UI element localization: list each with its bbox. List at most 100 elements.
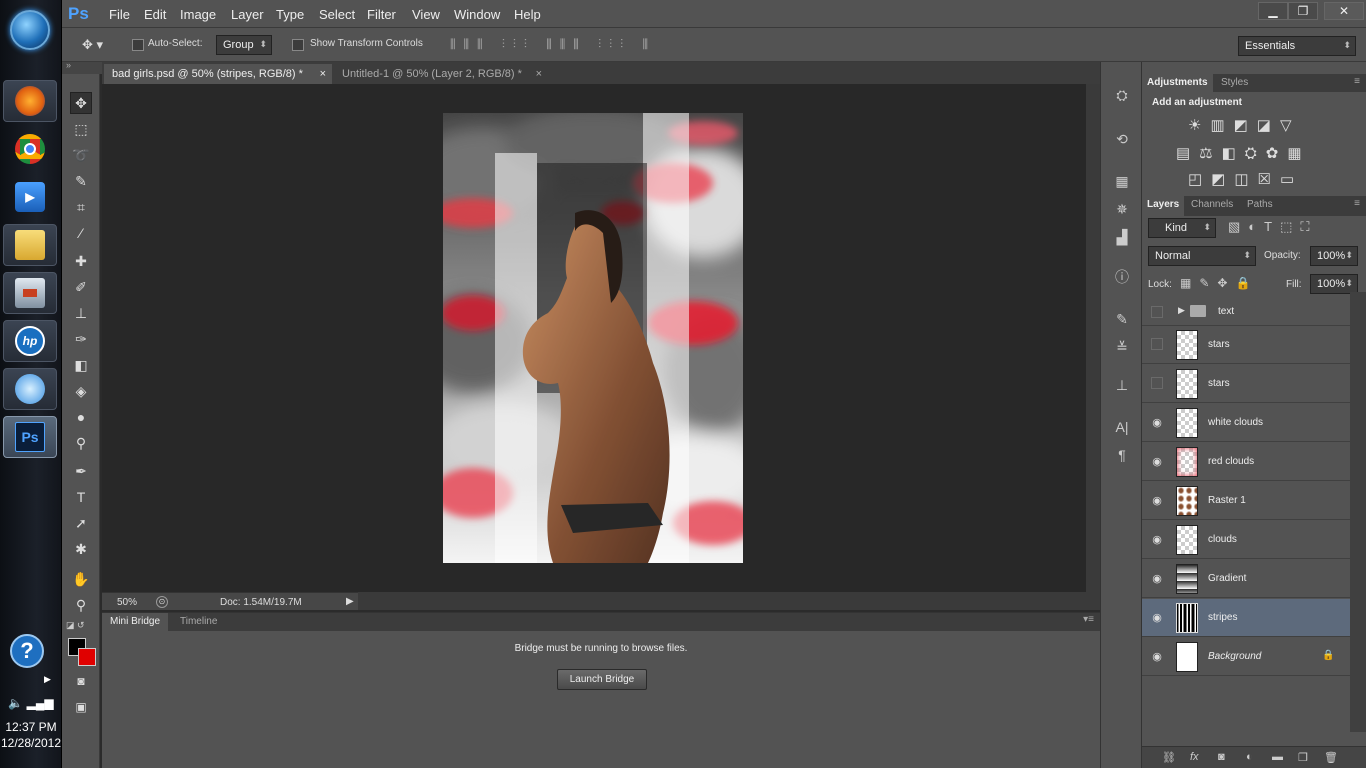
new-group-icon[interactable]: ▬: [1272, 751, 1286, 765]
background-color-swatch[interactable]: [78, 648, 96, 666]
eye-icon[interactable]: ◉: [1150, 533, 1164, 547]
restore-button[interactable]: ❐: [1288, 2, 1318, 20]
tab-layers[interactable]: Layers: [1142, 196, 1185, 216]
info-panel-icon[interactable]: ⓘ: [1113, 268, 1131, 286]
screen-mode-icon[interactable]: ▣: [70, 696, 92, 718]
tab-channels[interactable]: Channels: [1186, 196, 1238, 214]
adjustment-icons-row-3[interactable]: ◰◩◫☒▭: [1188, 170, 1303, 188]
eye-icon[interactable]: ◉: [1150, 455, 1164, 469]
menu-help[interactable]: Help: [514, 7, 541, 22]
taskbar-firefox[interactable]: [3, 80, 57, 122]
quick-mask-icon[interactable]: ◙: [70, 670, 92, 692]
panel-menu-icon[interactable]: ▾≡: [1083, 614, 1094, 625]
layer-row-stars-2[interactable]: stars: [1142, 365, 1350, 403]
lock-icons[interactable]: ▦✎✥🔒: [1180, 276, 1258, 290]
menu-edit[interactable]: Edit: [144, 7, 166, 22]
horizontal-scrollbar[interactable]: [358, 592, 1100, 610]
menu-view[interactable]: View: [412, 7, 440, 22]
clone-source-icon[interactable]: ⊥: [1113, 376, 1131, 394]
hand-tool-icon[interactable]: ✋: [70, 568, 92, 590]
paragraph-panel-icon[interactable]: ¶: [1113, 446, 1131, 464]
vertical-scrollbar[interactable]: [1086, 84, 1100, 592]
taskbar-chrome[interactable]: [3, 128, 57, 170]
actions-panel-icon[interactable]: ⟲: [1113, 130, 1131, 148]
healing-brush-tool-icon[interactable]: ✚: [70, 250, 92, 272]
visibility-toggle[interactable]: [1151, 306, 1163, 318]
taskbar-photoshop[interactable]: Ps: [3, 416, 57, 458]
pen-tool-icon[interactable]: ✒: [70, 460, 92, 482]
eye-icon[interactable]: ◉: [1150, 650, 1164, 664]
layer-row-clouds[interactable]: ◉ clouds: [1142, 521, 1350, 559]
visibility-toggle[interactable]: [1151, 377, 1163, 389]
launch-bridge-button[interactable]: Launch Bridge: [557, 669, 647, 690]
taskbar-hp[interactable]: hp: [3, 320, 57, 362]
paint-bucket-tool-icon[interactable]: ◈: [70, 380, 92, 402]
document-image[interactable]: [443, 113, 743, 563]
eye-icon[interactable]: ◉: [1150, 416, 1164, 430]
quick-selection-tool-icon[interactable]: ✎: [70, 170, 92, 192]
layer-row-red-clouds[interactable]: ◉ red clouds: [1142, 443, 1350, 481]
tab-bad-girls[interactable]: bad girls.psd @ 50% (stripes, RGB/8) * ×: [104, 64, 332, 84]
zoom-level[interactable]: 50%: [117, 597, 137, 608]
shape-tool-icon[interactable]: ✱: [70, 538, 92, 560]
opacity-input[interactable]: 100%: [1310, 246, 1358, 266]
layer-row-background[interactable]: ◉ Background 🔒: [1142, 638, 1350, 676]
path-selection-tool-icon[interactable]: ➚: [70, 512, 92, 534]
layer-row-text-group[interactable]: ▶ text: [1142, 298, 1350, 326]
history-panel-icon[interactable]: ⛭: [1113, 86, 1131, 104]
layer-filter-icons[interactable]: ▧◐T⬚⛶: [1228, 219, 1317, 235]
auto-select-dropdown[interactable]: Group: [216, 35, 272, 55]
menu-image[interactable]: Image: [180, 7, 216, 22]
layer-row-gradient[interactable]: ◉ Gradient: [1142, 560, 1350, 598]
marquee-tool-icon[interactable]: ⬚: [70, 118, 92, 140]
blur-tool-icon[interactable]: ●: [70, 406, 92, 428]
volume-network-icon[interactable]: 🔈 ▂▄▆: [0, 696, 62, 710]
layer-row-stripes[interactable]: ◉ stripes: [1142, 599, 1350, 637]
adjustment-layer-icon[interactable]: ◐: [1246, 751, 1260, 765]
dodge-tool-icon[interactable]: ⚲: [70, 432, 92, 454]
eyedropper-tool-icon[interactable]: ⁄: [70, 222, 92, 244]
fill-input[interactable]: 100%: [1310, 274, 1358, 294]
status-info-icon[interactable]: ⊙: [156, 596, 168, 608]
swatches-panel-icon[interactable]: ▦: [1113, 172, 1131, 190]
panel-menu-icon[interactable]: ≡: [1354, 76, 1360, 87]
adjustment-icons-row-2[interactable]: ▤⚖◧⛭✿▦: [1176, 144, 1311, 162]
layer-row-stars[interactable]: stars: [1142, 326, 1350, 364]
workspace-dropdown[interactable]: Essentials: [1238, 36, 1356, 56]
menu-type[interactable]: Type: [276, 7, 304, 22]
menu-layer[interactable]: Layer: [231, 7, 264, 22]
menu-select[interactable]: Select: [319, 7, 355, 22]
panel-menu-icon[interactable]: ≡: [1354, 198, 1360, 209]
expand-arrow-icon[interactable]: ▶: [1178, 305, 1185, 316]
tab-paths[interactable]: Paths: [1242, 196, 1278, 214]
blend-mode-dropdown[interactable]: Normal: [1148, 246, 1256, 266]
eraser-tool-icon[interactable]: ◧: [70, 354, 92, 376]
close-tab-icon[interactable]: ×: [320, 68, 326, 80]
type-tool-icon[interactable]: T: [70, 486, 92, 508]
brush-presets-icon[interactable]: ≚: [1113, 338, 1131, 356]
close-button[interactable]: ✕: [1324, 2, 1364, 20]
minimize-button[interactable]: ▁: [1258, 2, 1288, 20]
clone-stamp-tool-icon[interactable]: ⊥: [70, 302, 92, 324]
clock-time[interactable]: 12:37 PM: [0, 720, 62, 734]
tab-timeline[interactable]: Timeline: [172, 613, 225, 631]
new-layer-icon[interactable]: ❐: [1298, 751, 1312, 765]
zoom-tool-icon[interactable]: ⚲: [70, 594, 92, 616]
start-button[interactable]: [10, 10, 50, 50]
crop-tool-icon[interactable]: ⌗: [70, 196, 92, 218]
tab-adjustments[interactable]: Adjustments: [1142, 74, 1213, 92]
layer-row-white-clouds[interactable]: ◉ white clouds: [1142, 404, 1350, 442]
brush-tool-icon[interactable]: ✐: [70, 276, 92, 298]
layer-row-raster-1[interactable]: ◉ Raster 1: [1142, 482, 1350, 520]
eye-icon[interactable]: ◉: [1150, 572, 1164, 586]
menu-window[interactable]: Window: [454, 7, 500, 22]
show-transform-checkbox[interactable]: [292, 39, 304, 51]
layer-filter-dropdown[interactable]: Kind: [1148, 218, 1216, 238]
status-menu-arrow-icon[interactable]: ▶: [346, 596, 354, 607]
move-tool-preset-icon[interactable]: ✥ ▾: [82, 37, 103, 53]
visibility-toggle[interactable]: [1151, 338, 1163, 350]
help-icon[interactable]: ?: [10, 634, 44, 668]
taskbar-explorer[interactable]: [3, 224, 57, 266]
taskbar-remote[interactable]: [3, 272, 57, 314]
adjustment-icons-row-1[interactable]: ☀▥◩◪▽: [1188, 116, 1301, 134]
